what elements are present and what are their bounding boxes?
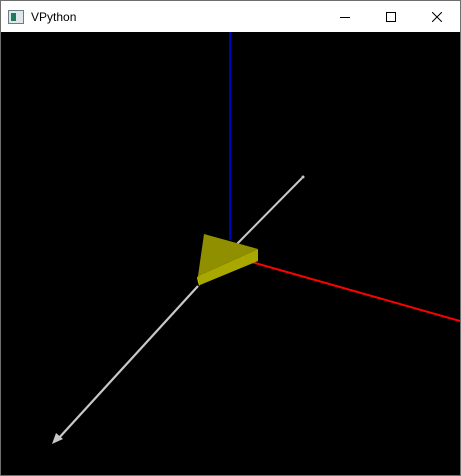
diagonal-arrow-lower [57, 285, 199, 440]
scene-svg [52, 32, 460, 444]
close-icon [432, 11, 442, 22]
maximize-button[interactable] [368, 1, 414, 32]
diagonal-arrow-upper [234, 177, 303, 247]
vpython-app-icon [8, 9, 24, 24]
minimize-icon [340, 16, 350, 18]
yellow-prism [197, 234, 258, 286]
window-title: VPython [31, 9, 77, 24]
x-axis-line [240, 258, 460, 322]
title-bar[interactable]: VPython [1, 1, 460, 32]
close-button[interactable] [414, 1, 460, 32]
vpython-window: VPython [0, 0, 461, 476]
3d-canvas[interactable] [1, 32, 460, 475]
arrow-tip-upper [301, 175, 305, 179]
maximize-icon [386, 11, 396, 22]
minimize-button[interactable] [322, 1, 368, 32]
